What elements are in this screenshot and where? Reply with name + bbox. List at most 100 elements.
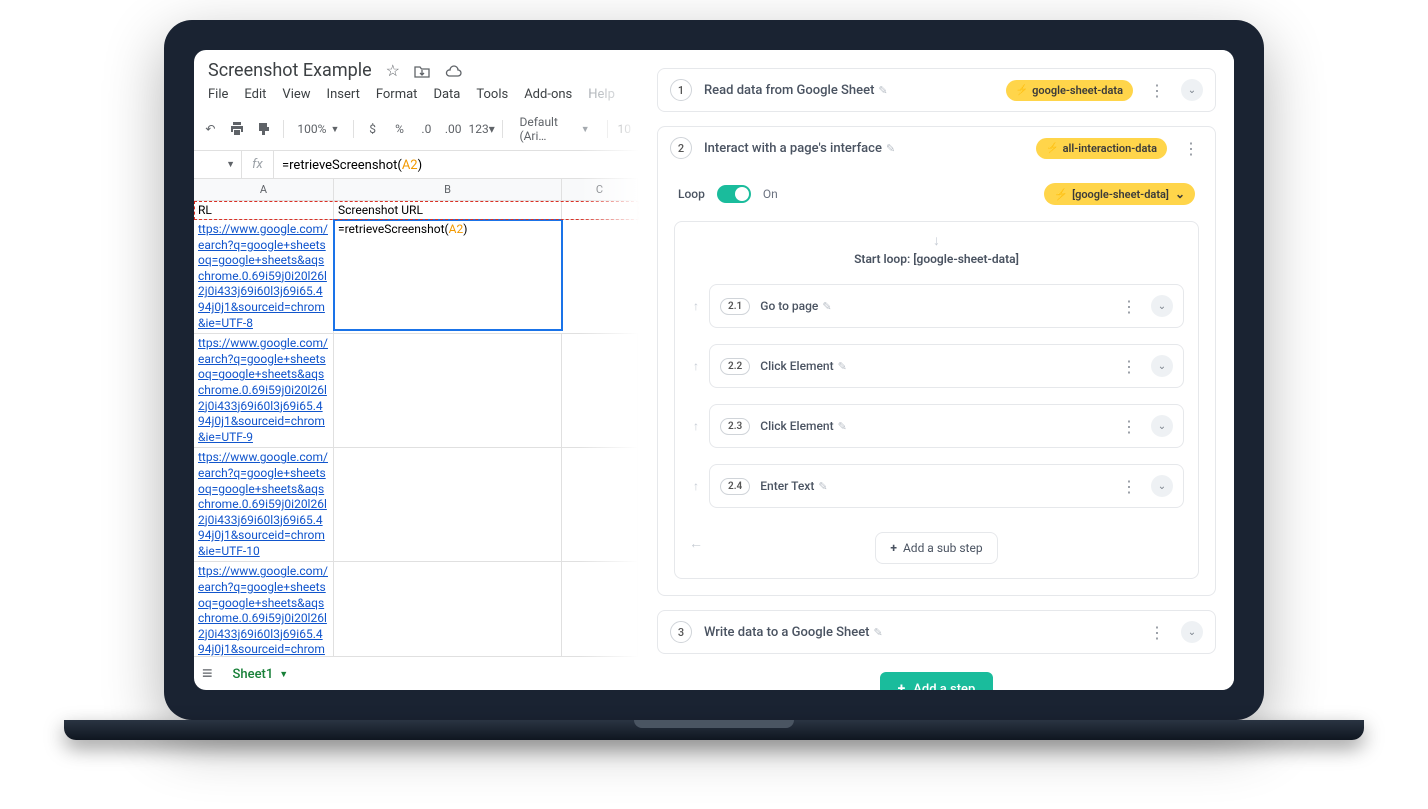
- sheets-toolbar: ↶ 100%▼ $ % .0 .00 123▾ Default (Ari…▼ 1…: [194, 108, 639, 151]
- sub-step-number: 2.2: [720, 358, 750, 375]
- laptop-base: [64, 720, 1364, 740]
- workflow-step-2: 2 Interact with a page's interface✎ all-…: [657, 126, 1216, 596]
- workflow-step-1: 1 Read data from Google Sheet✎ google-sh…: [657, 68, 1216, 112]
- more-formats-icon[interactable]: 123▾: [472, 119, 492, 139]
- table-row: RL Screenshot URL: [194, 201, 639, 220]
- data-pill[interactable]: google-sheet-data: [1006, 80, 1133, 101]
- menu-help[interactable]: Help: [588, 87, 615, 102]
- undo-icon[interactable]: ↶: [202, 119, 219, 139]
- table-row: ttps://www.google.com/earch?q=google+she…: [194, 334, 639, 448]
- formula-bar: ▼ fx =retrieveScreenshot(A2): [194, 151, 639, 179]
- sub-step-title: Go to page✎: [760, 299, 831, 313]
- url-cell[interactable]: ttps://www.google.com/earch?q=google+she…: [194, 448, 334, 561]
- all-sheets-icon[interactable]: ≡: [202, 663, 213, 684]
- move-icon[interactable]: [414, 64, 430, 78]
- kebab-icon[interactable]: ⋮: [1117, 417, 1141, 436]
- sub-step-title: Click Element✎: [760, 419, 847, 433]
- formula-input[interactable]: =retrieveScreenshot(A2): [274, 157, 639, 173]
- loop-label: Loop: [678, 187, 705, 201]
- sheets-menubar: File Edit View Insert Format Data Tools …: [194, 85, 639, 108]
- header-cell-b[interactable]: Screenshot URL: [334, 201, 562, 219]
- font-selector[interactable]: Default (Ari…▼: [513, 112, 597, 146]
- percent-icon[interactable]: %: [391, 119, 408, 139]
- sub-step: 2.2 Click Element✎ ⋮ ⌄: [709, 344, 1184, 388]
- col-header-a[interactable]: A: [194, 179, 334, 200]
- chevron-down-icon[interactable]: ⌄: [1151, 475, 1173, 497]
- menu-file[interactable]: File: [208, 87, 228, 102]
- fx-icon: fx: [242, 151, 274, 178]
- kebab-icon[interactable]: ⋮: [1117, 357, 1141, 376]
- loop-config-row: Loop On ⚡[google-sheet-data]: [674, 177, 1199, 215]
- step-title: Read data from Google Sheet✎: [704, 83, 888, 98]
- chevron-down-icon[interactable]: ⌄: [1181, 79, 1203, 101]
- increase-decimal-icon[interactable]: .00: [445, 119, 462, 139]
- pencil-icon[interactable]: ✎: [886, 142, 895, 155]
- column-headers: A B C: [194, 179, 639, 201]
- loop-source-pill[interactable]: ⚡[google-sheet-data]: [1044, 183, 1195, 205]
- zoom-selector[interactable]: 100%▼: [293, 120, 343, 138]
- table-row: ttps://www.google.com/earch?q=google+she…: [194, 448, 639, 562]
- chevron-down-icon[interactable]: ⌄: [1151, 295, 1173, 317]
- add-sub-step-button[interactable]: +Add a sub step: [875, 532, 997, 564]
- kebab-icon[interactable]: ⋮: [1145, 623, 1169, 642]
- kebab-icon[interactable]: ⋮: [1179, 139, 1203, 158]
- kebab-icon[interactable]: ⋮: [1145, 81, 1169, 100]
- pencil-icon[interactable]: ✎: [874, 626, 883, 639]
- cloud-icon[interactable]: [444, 65, 462, 77]
- sheet-tab-1[interactable]: Sheet1▼: [223, 661, 299, 686]
- loop-state: On: [763, 187, 778, 201]
- arrow-up-icon: ↑: [689, 359, 703, 373]
- sub-step: 2.4 Enter Text✎ ⋮ ⌄: [709, 464, 1184, 508]
- menu-addons[interactable]: Add-ons: [524, 87, 572, 102]
- plus-icon: +: [898, 681, 906, 690]
- step-number: 2: [670, 137, 692, 159]
- menu-view[interactable]: View: [282, 87, 310, 102]
- menu-format[interactable]: Format: [376, 87, 418, 102]
- header-cell-a[interactable]: RL: [194, 201, 334, 219]
- pencil-icon[interactable]: ✎: [818, 480, 827, 493]
- spreadsheet-grid: A B C RL Screenshot URL ttps://www.googl…: [194, 179, 639, 656]
- url-cell[interactable]: ttps://www.google.com/earch?q=google+she…: [194, 220, 334, 333]
- table-row: ttps://www.google.com/earch?q=google+she…: [194, 220, 639, 334]
- star-icon[interactable]: ☆: [386, 61, 400, 80]
- kebab-icon[interactable]: ⋮: [1117, 477, 1141, 496]
- document-title[interactable]: Screenshot Example: [208, 60, 372, 81]
- sub-step-title: Enter Text✎: [760, 479, 827, 493]
- arrow-up-icon: ↑: [689, 299, 703, 313]
- loop-container: ↓ Start loop: [google-sheet-data] ↑ 2.1 …: [674, 221, 1199, 579]
- menu-tools[interactable]: Tools: [476, 87, 508, 102]
- print-icon[interactable]: [229, 119, 246, 139]
- pencil-icon[interactable]: ✎: [822, 300, 831, 313]
- chevron-down-icon[interactable]: ⌄: [1151, 415, 1173, 437]
- data-pill[interactable]: all-interaction-data: [1036, 138, 1167, 159]
- url-cell[interactable]: ttps://www.google.com/earch?q=google+she…: [194, 562, 334, 656]
- arrow-up-icon: ↑: [689, 419, 703, 433]
- currency-icon[interactable]: $: [364, 119, 381, 139]
- pencil-icon[interactable]: ✎: [838, 360, 847, 373]
- chevron-down-icon[interactable]: ⌄: [1151, 355, 1173, 377]
- menu-data[interactable]: Data: [433, 87, 460, 102]
- add-step-button[interactable]: + Add a step: [880, 672, 994, 690]
- step-title: Interact with a page's interface✎: [704, 141, 895, 156]
- col-header-b[interactable]: B: [334, 179, 562, 200]
- url-cell[interactable]: ttps://www.google.com/earch?q=google+she…: [194, 334, 334, 447]
- paint-format-icon[interactable]: [256, 119, 273, 139]
- loop-start-label: Start loop: [google-sheet-data]: [689, 248, 1184, 276]
- google-sheets-pane: Screenshot Example ☆ File Edit View Inse…: [194, 50, 639, 690]
- decrease-decimal-icon[interactable]: .0: [418, 119, 435, 139]
- menu-insert[interactable]: Insert: [327, 87, 360, 102]
- font-size[interactable]: 10: [618, 122, 632, 136]
- sheet-tabs-bar: ≡ Sheet1▼: [194, 656, 639, 690]
- kebab-icon[interactable]: ⋮: [1117, 297, 1141, 316]
- chevron-down-icon[interactable]: ⌄: [1181, 621, 1203, 643]
- active-cell-editor[interactable]: =retrieveScreenshot(A2): [334, 220, 562, 330]
- loop-toggle[interactable]: [717, 185, 751, 203]
- col-header-c[interactable]: C: [562, 179, 638, 200]
- pencil-icon[interactable]: ✎: [838, 420, 847, 433]
- table-row: ttps://www.google.com/earch?q=google+she…: [194, 562, 639, 656]
- sub-step-number: 2.3: [720, 418, 750, 435]
- pencil-icon[interactable]: ✎: [878, 84, 887, 97]
- menu-edit[interactable]: Edit: [244, 87, 266, 102]
- arrow-up-icon: ↑: [689, 479, 703, 493]
- name-box[interactable]: ▼: [194, 151, 242, 178]
